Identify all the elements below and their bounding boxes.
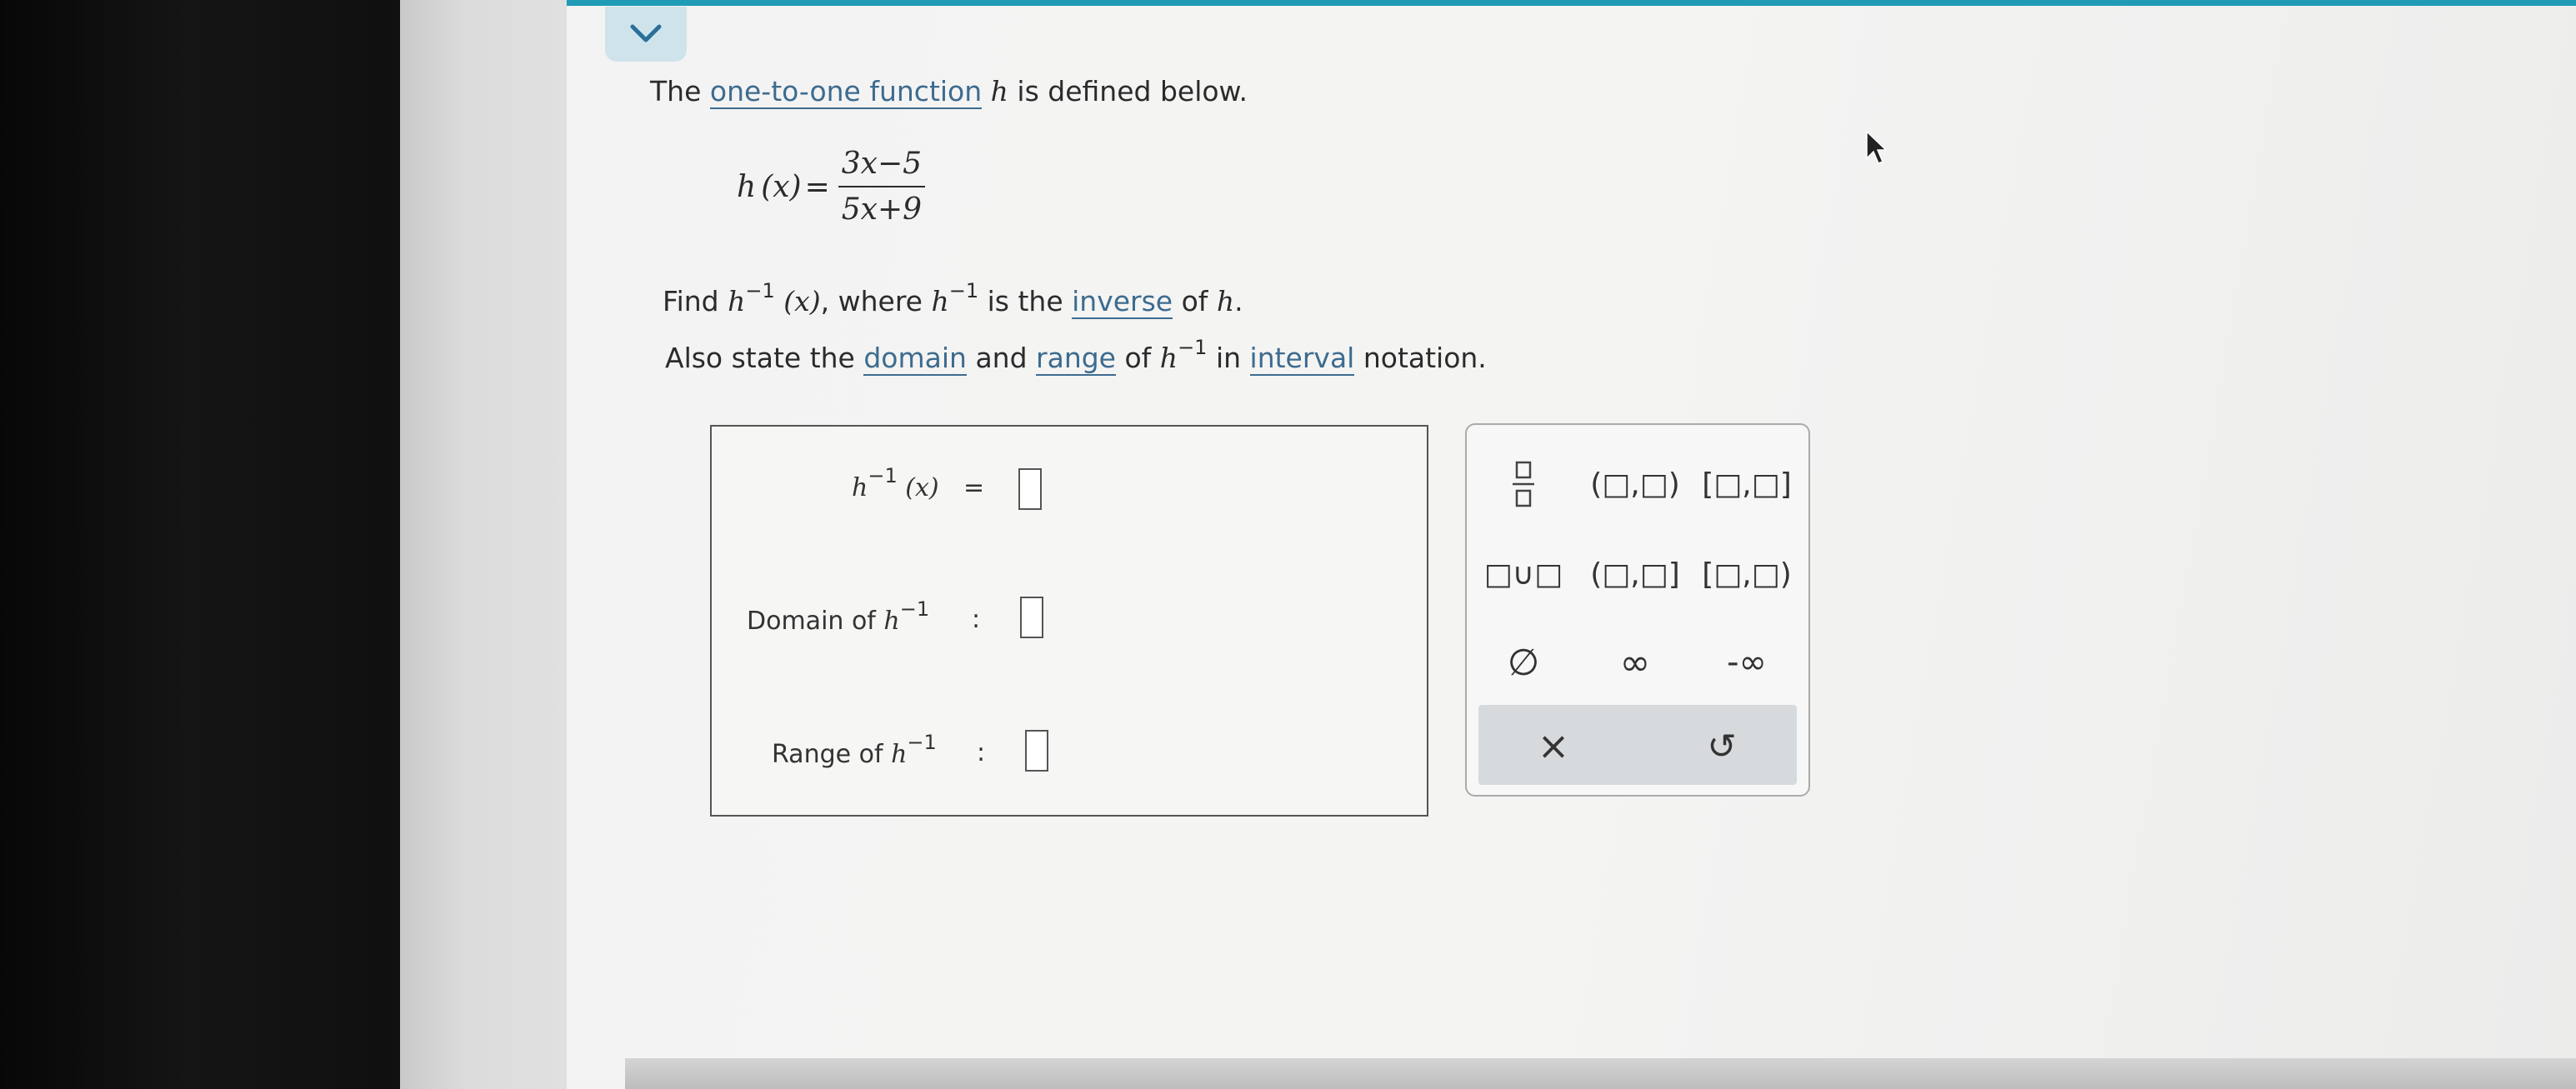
domain-link[interactable]: domain bbox=[863, 342, 967, 376]
infinity-button[interactable]: ∞ bbox=[1585, 633, 1685, 692]
bottom-edge bbox=[625, 1058, 2576, 1089]
prompt-line-1: The one-to-one function h is defined bel… bbox=[650, 75, 1248, 109]
union-button[interactable]: □∪□ bbox=[1473, 545, 1573, 603]
denominator: 5x+9 bbox=[841, 192, 923, 227]
range-link[interactable]: range bbox=[1036, 342, 1116, 376]
inverse-link[interactable]: inverse bbox=[1072, 285, 1173, 319]
numerator: 3x−5 bbox=[838, 147, 926, 187]
fraction-icon bbox=[1513, 461, 1534, 507]
prompt-line-3: Also state the domain and range of h−1 i… bbox=[665, 336, 1487, 376]
closed-interval-button[interactable]: [□,□] bbox=[1697, 455, 1797, 513]
clear-button[interactable]: × bbox=[1503, 717, 1603, 775]
domain-answer-input[interactable] bbox=[1020, 597, 1043, 638]
closed-open-interval-button[interactable]: [□,□) bbox=[1697, 545, 1797, 603]
accent-bar bbox=[567, 0, 2576, 6]
chevron-down-icon bbox=[630, 24, 662, 42]
prompt-line-2: Find h−1 (x), where h−1 is the inverse o… bbox=[663, 279, 1243, 319]
answer-box: h−1 (x) = Domain of h−1 : Range of h−1 : bbox=[710, 425, 1428, 817]
range-answer-input[interactable] bbox=[1025, 730, 1048, 772]
monitor-bezel bbox=[0, 0, 467, 1089]
undo-icon: ↺ bbox=[1707, 725, 1737, 767]
range-colon: : bbox=[977, 738, 986, 767]
palette-action-bar: × ↺ bbox=[1478, 705, 1797, 785]
math-palette: (□,□) [□,□] □∪□ (□,□] [□,□) ∅ ∞ -∞ × ↺ bbox=[1465, 423, 1810, 797]
inverse-answer-input[interactable] bbox=[1018, 468, 1042, 510]
inverse-row-label: h−1 (x) bbox=[852, 464, 939, 502]
mouse-cursor-icon bbox=[1866, 130, 1887, 164]
one-to-one-function-link[interactable]: one-to-one function bbox=[709, 75, 983, 109]
open-closed-interval-button[interactable]: (□,□] bbox=[1585, 545, 1685, 603]
range-row-label: Range of h−1 bbox=[772, 731, 937, 769]
domain-row-label: Domain of h−1 bbox=[747, 597, 930, 636]
negative-infinity-button[interactable]: -∞ bbox=[1697, 633, 1797, 692]
function-definition: h (x) = 3x−5 5x+9 bbox=[737, 147, 926, 227]
domain-colon: : bbox=[972, 605, 981, 634]
undo-button[interactable]: ↺ bbox=[1672, 717, 1772, 775]
close-icon: × bbox=[1537, 723, 1570, 768]
equals-sign: = bbox=[963, 473, 985, 502]
fraction: 3x−5 5x+9 bbox=[838, 147, 926, 227]
open-interval-button[interactable]: (□,□) bbox=[1585, 455, 1685, 513]
interval-link[interactable]: interval bbox=[1249, 342, 1355, 376]
fraction-button[interactable] bbox=[1473, 455, 1573, 513]
collapse-button[interactable] bbox=[605, 7, 687, 62]
empty-set-button[interactable]: ∅ bbox=[1473, 633, 1573, 692]
